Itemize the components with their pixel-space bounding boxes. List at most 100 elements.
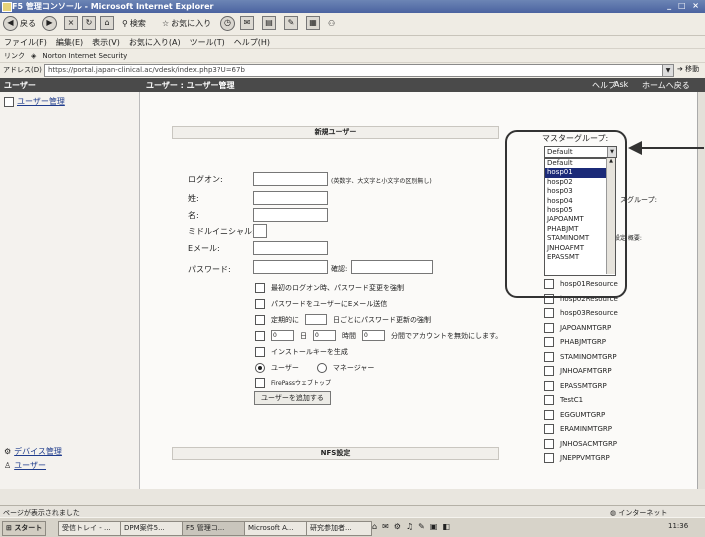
list-item[interactable]: hosp03Resource <box>544 306 618 321</box>
group-checkbox[interactable] <box>544 453 554 464</box>
radio-manager[interactable] <box>316 362 327 373</box>
globe-icon: ◍ <box>610 509 617 517</box>
search-button[interactable]: ⚲ 検索 <box>122 16 146 30</box>
list-item[interactable]: EGGUMTGRP <box>544 408 618 423</box>
taskbar-item-active[interactable]: F5 管理コ... <box>182 521 248 536</box>
force-change-checkbox[interactable] <box>255 282 265 293</box>
ask-link[interactable]: Ask <box>614 80 628 89</box>
nfs-section-header: NFS設定 <box>172 447 499 460</box>
menu-favorites[interactable]: お気に入り(A) <box>129 37 181 48</box>
logon-input[interactable] <box>253 172 328 186</box>
email-input[interactable] <box>253 241 328 255</box>
middle-initial-input[interactable] <box>253 224 267 238</box>
group-checkbox[interactable] <box>544 366 554 377</box>
go-button[interactable]: ➔ 移動 <box>677 64 699 74</box>
group-checkbox[interactable] <box>544 308 554 319</box>
taskbar-item[interactable]: 研究参加者... <box>306 521 372 536</box>
taskbar-item[interactable]: Microsoft A... <box>244 521 310 536</box>
sidebar-item-user-management[interactable]: ユーザー管理 <box>4 96 65 107</box>
list-item[interactable]: JNHOAFMTGRP <box>544 364 618 379</box>
password-input[interactable] <box>253 260 328 274</box>
sidebar-item-users[interactable]: ♙ ユーザー <box>4 460 46 471</box>
group-checkbox[interactable] <box>544 337 554 348</box>
messenger-button[interactable]: ⚇ <box>328 16 335 30</box>
confirm-password-input[interactable] <box>351 260 433 274</box>
stop-button[interactable]: × <box>64 16 78 30</box>
option-force-change[interactable]: 最初のログオン時、パスワード変更を強制 <box>255 280 404 295</box>
app-breadcrumb: ユーザー : ユーザー管理 <box>146 81 235 90</box>
print-button[interactable]: ▤ <box>262 16 276 30</box>
email-password-checkbox[interactable] <box>255 298 265 309</box>
taskbar-item[interactable]: DPM案件5... <box>120 521 186 536</box>
menu-help[interactable]: ヘルプ(H) <box>234 37 270 48</box>
list-item[interactable]: TestC1 <box>544 393 618 408</box>
first-name-input[interactable] <box>253 208 328 222</box>
tray-icons[interactable]: ⌂✉⚙♫✎▣◧ <box>372 522 455 531</box>
list-item[interactable]: ERAMINMTGRP <box>544 422 618 437</box>
forward-button[interactable]: ▶ <box>42 15 57 31</box>
history-button[interactable]: ◷ <box>220 15 235 31</box>
group-checkbox[interactable] <box>544 438 554 449</box>
list-item[interactable]: JAPOANMTGRP <box>544 321 618 336</box>
group-checkbox[interactable] <box>544 322 554 333</box>
firepass-webtop-checkbox[interactable] <box>255 377 265 388</box>
taskbar-item[interactable]: 受信トレイ - ... <box>58 521 124 536</box>
disable-account-checkbox[interactable] <box>255 330 265 341</box>
annotation-arrow <box>628 141 704 155</box>
add-user-button[interactable]: ユーザーを追加する <box>254 391 331 405</box>
menu-file[interactable]: ファイル(F) <box>4 37 47 48</box>
list-item[interactable]: EPASSMTGRP <box>544 379 618 394</box>
install-key-checkbox[interactable] <box>255 346 265 357</box>
menu-view[interactable]: 表示(V) <box>92 37 120 48</box>
list-item[interactable]: PHABJMTGRP <box>544 335 618 350</box>
disable-minutes-input[interactable]: 0 <box>362 330 385 341</box>
option-email-password[interactable]: パスワードをユーザーにEメール送信 <box>255 296 387 311</box>
print-icon: ▤ <box>262 16 276 30</box>
mail-button[interactable]: ✉ <box>240 16 254 30</box>
menu-bar: ファイル(F) 編集(E) 表示(V) お気に入り(A) ツール(T) ヘルプ(… <box>0 36 705 48</box>
list-item[interactable]: JNEPPVMTGRP <box>544 451 618 466</box>
refresh-button[interactable]: ↻ <box>82 16 96 30</box>
sidebar-item-device-management[interactable]: ⚙ デバイス管理 <box>4 446 62 457</box>
role-radio-group: ユーザー マネージャー <box>255 360 374 375</box>
periodic-update-checkbox[interactable] <box>255 314 265 325</box>
links-label[interactable]: リンク <box>4 51 25 61</box>
last-name-input[interactable] <box>253 191 328 205</box>
group-checkbox[interactable] <box>544 351 554 362</box>
home-link[interactable]: ホームへ戻る <box>642 80 690 91</box>
days-input[interactable] <box>305 314 327 325</box>
address-dropdown-button[interactable]: ▼ <box>662 64 674 77</box>
menu-edit[interactable]: 編集(E) <box>56 37 83 48</box>
option-disable-account[interactable]: 0 日 0 時間 0 分間でアカウントを無効にします。 <box>255 328 502 343</box>
group-checkbox[interactable] <box>544 380 554 391</box>
favorites-button[interactable]: ☆ お気に入り <box>162 16 211 30</box>
confirm-label: 確認: <box>331 265 348 273</box>
discuss-icon: ▦ <box>306 16 320 30</box>
new-user-section-header: 新規ユーザー <box>172 126 499 139</box>
last-name-label: 姓: <box>188 194 199 203</box>
sidebar-item-label: ユーザー <box>14 461 47 470</box>
edit-button[interactable]: ✎ <box>284 16 298 30</box>
help-link[interactable]: ヘルプ <box>592 80 616 91</box>
list-item[interactable]: STAMINOMTGRP <box>544 350 618 365</box>
disable-days-input[interactable]: 0 <box>271 330 294 341</box>
option-firepass-webtop[interactable]: FirePassウェブトップ <box>255 375 331 390</box>
menu-tools[interactable]: ツール(T) <box>190 37 225 48</box>
back-button[interactable]: ◀ 戻る <box>3 15 36 31</box>
group-checkbox[interactable] <box>544 424 554 435</box>
address-input[interactable]: https://portal.japan-clinical.ac/vdesk/i… <box>44 64 664 77</box>
disable-hours-input[interactable]: 0 <box>313 330 336 341</box>
discuss-button[interactable]: ▦ <box>306 16 320 30</box>
group-checkbox[interactable] <box>544 395 554 406</box>
norton-link[interactable]: Norton Internet Security <box>42 52 127 60</box>
start-button[interactable]: ⊞ スタート <box>2 521 47 536</box>
option-periodic-update[interactable]: 定期的に 日ごとにパスワード更新の強制 <box>255 312 431 327</box>
group-checkbox[interactable] <box>544 409 554 420</box>
option-install-key[interactable]: インストールキーを生成 <box>255 344 348 359</box>
window-controls[interactable]: _ □ × <box>667 1 701 10</box>
radio-user[interactable] <box>255 362 265 373</box>
browser-toolbar: ◀ 戻る ▶ × ↻ ⌂ ⚲ 検索 ☆ お気に入り ◷ ✉ ▤ ✎ ▦ ⚇ <box>0 13 705 36</box>
home-button[interactable]: ⌂ <box>100 16 114 30</box>
list-item[interactable]: JNHOSACMTGRP <box>544 437 618 452</box>
edit-icon: ✎ <box>284 16 298 30</box>
